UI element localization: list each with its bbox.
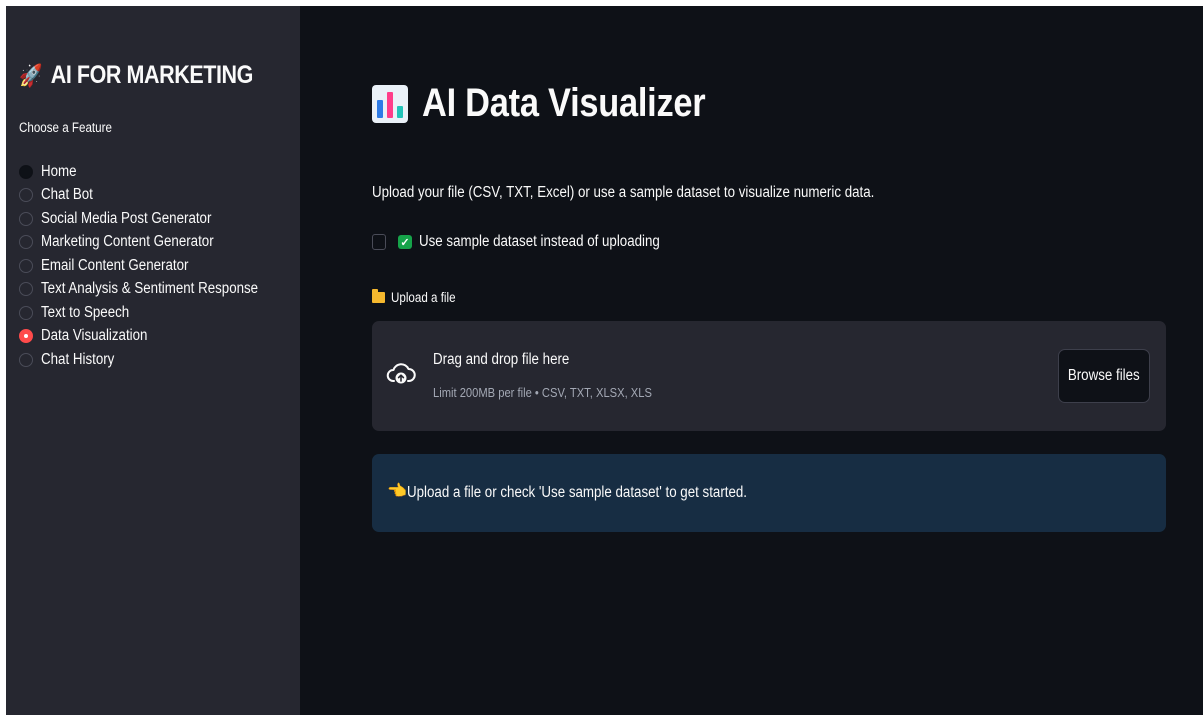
upload-label: Upload a file bbox=[372, 289, 466, 305]
file-dropzone[interactable]: Drag and drop file here Limit 200MB per … bbox=[372, 321, 1166, 431]
green-check-icon: ✓ bbox=[398, 235, 412, 249]
browse-files-button[interactable]: Browse files bbox=[1058, 349, 1150, 403]
radio-circle bbox=[19, 352, 33, 367]
radio-option-label: Social Media Post Generator bbox=[41, 209, 212, 227]
dropzone-instructions: Drag and drop file here bbox=[433, 351, 570, 368]
page-description: Upload your file (CSV, TXT, Excel) or us… bbox=[372, 184, 875, 201]
radio-option-text-analysis[interactable]: Text Analysis & Sentiment Response bbox=[19, 278, 293, 301]
sidebar-title-text: AI FOR MARKETING bbox=[50, 61, 254, 89]
radio-circle-selected bbox=[19, 329, 33, 343]
radio-circle bbox=[19, 188, 33, 202]
radio-option-label: Chat History bbox=[41, 350, 115, 368]
feature-radio-label: Choose a Feature bbox=[19, 120, 112, 135]
bar-chart-icon bbox=[372, 84, 408, 123]
radio-option-label: Marketing Content Generator bbox=[41, 233, 214, 250]
info-alert: 👈 Upload a file or check 'Use sample dat… bbox=[372, 454, 1166, 532]
sample-dataset-checkbox[interactable] bbox=[372, 234, 386, 250]
radio-option-data-visualization[interactable]: Data Visualization bbox=[19, 325, 293, 348]
page-title: AI Data Visualizer bbox=[372, 81, 752, 126]
info-alert-text: Upload a file or check 'Use sample datas… bbox=[407, 484, 748, 501]
app-window: 🚀 AI FOR MARKETING Choose a Feature Home… bbox=[6, 6, 1203, 715]
cloud-upload-icon bbox=[386, 363, 416, 384]
radio-option-label: Text to Speech bbox=[41, 303, 130, 321]
main-content: AI Data Visualizer Upload your file (CSV… bbox=[300, 6, 1203, 715]
radio-option-email-content-generator[interactable]: Email Content Generator bbox=[19, 254, 293, 277]
browse-files-label: Browse files bbox=[1068, 367, 1140, 384]
radio-option-label: Home bbox=[41, 162, 77, 180]
sidebar-title: 🚀 AI FOR MARKETING bbox=[19, 61, 253, 90]
radio-option-chat-history[interactable]: Chat History bbox=[19, 348, 293, 371]
radio-circle bbox=[19, 164, 33, 179]
folder-icon bbox=[372, 289, 385, 303]
radio-option-marketing-content-generator[interactable]: Marketing Content Generator bbox=[19, 231, 293, 254]
rocket-icon: 🚀 bbox=[19, 62, 43, 88]
sidebar: 🚀 AI FOR MARKETING Choose a Feature Home… bbox=[6, 6, 300, 715]
feature-radio-group: Home Chat Bot Social Media Post Generato… bbox=[19, 160, 293, 372]
radio-option-label: Text Analysis & Sentiment Response bbox=[41, 280, 259, 297]
upload-label-text: Upload a file bbox=[391, 290, 456, 305]
pointing-hand-icon: 👈 bbox=[387, 483, 407, 500]
radio-option-label: Email Content Generator bbox=[41, 256, 189, 274]
radio-circle bbox=[19, 235, 33, 249]
radio-option-label: Data Visualization bbox=[41, 327, 148, 344]
radio-option-home[interactable]: Home bbox=[19, 160, 293, 183]
page-title-text: AI Data Visualizer bbox=[422, 81, 706, 125]
sample-dataset-checkbox-row[interactable]: ✓ Use sample dataset instead of uploadin… bbox=[372, 233, 699, 251]
radio-circle bbox=[19, 305, 33, 320]
radio-circle bbox=[19, 211, 33, 226]
dropzone-limit-text: Limit 200MB per file • CSV, TXT, XLSX, X… bbox=[433, 385, 652, 400]
radio-option-social-media-post-generator[interactable]: Social Media Post Generator bbox=[19, 207, 293, 230]
radio-circle bbox=[19, 258, 33, 273]
radio-option-chat-bot[interactable]: Chat Bot bbox=[19, 184, 293, 207]
radio-option-label: Chat Bot bbox=[41, 186, 93, 203]
sample-dataset-label: Use sample dataset instead of uploading bbox=[419, 233, 660, 250]
radio-circle bbox=[19, 282, 33, 296]
radio-option-text-to-speech[interactable]: Text to Speech bbox=[19, 301, 293, 324]
